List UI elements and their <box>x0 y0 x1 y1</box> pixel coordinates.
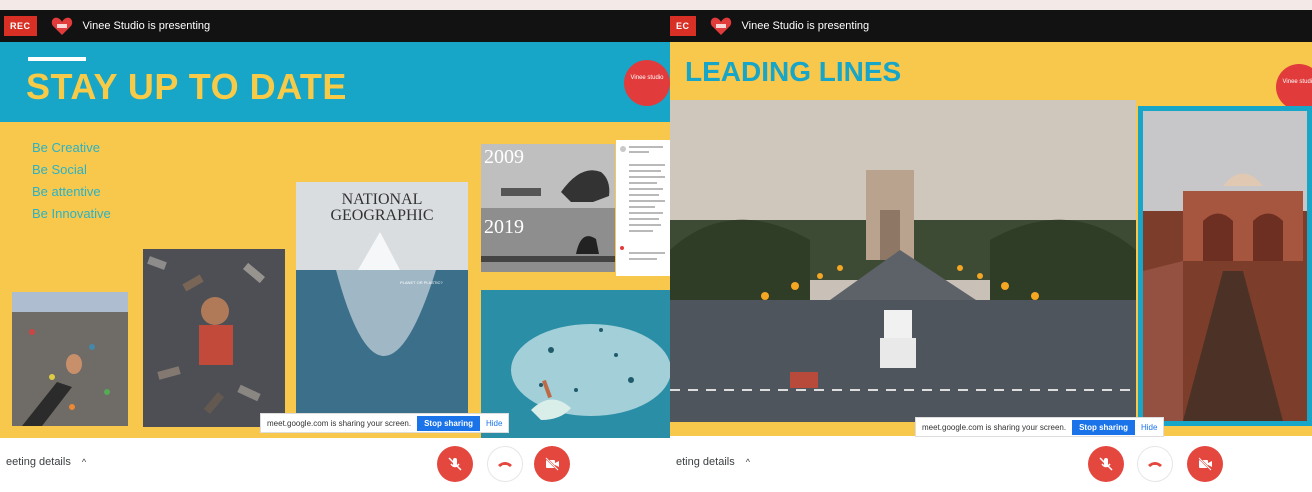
end-call-icon <box>1148 462 1162 467</box>
nat-geo-masthead: GEOGRAPHIC <box>330 207 434 224</box>
bullet-list: Be Creative Be Social Be attentive Be In… <box>32 137 111 225</box>
meeting-details-label: eting details <box>676 456 735 468</box>
vinee-logo: Vinee studio <box>1276 64 1312 110</box>
stop-sharing-button[interactable]: Stop sharing <box>1072 419 1135 435</box>
meeting-details-button[interactable]: eeting details ^ <box>6 456 86 468</box>
bullet-item: Be Innovative <box>32 206 111 221</box>
meeting-details-button[interactable]: eting details ^ <box>676 456 750 468</box>
meeting-details-label: eeting details <box>6 456 71 468</box>
screen-share-notice: meet.google.com is sharing your screen. … <box>260 413 510 433</box>
vinee-logo: Vinee studio <box>624 60 670 106</box>
end-call-button[interactable] <box>1137 446 1173 482</box>
end-call-button[interactable] <box>487 446 523 482</box>
photo-bottles <box>143 249 285 427</box>
end-call-icon <box>498 462 512 467</box>
title-accent-bar <box>28 57 86 61</box>
presenting-bar: REC Vinee Studio is presenting <box>0 10 670 42</box>
shared-slide: LEADING LINES Vinee studio <box>670 42 1312 436</box>
year-label: 2009 <box>484 146 524 168</box>
camera-off-button[interactable] <box>1187 446 1223 482</box>
mic-off-icon <box>448 457 462 471</box>
share-message: meet.google.com is sharing your screen. <box>267 418 412 428</box>
camera-off-button[interactable] <box>534 446 570 482</box>
nat-geo-masthead: NATIONAL <box>341 191 423 208</box>
rec-badge: EC <box>670 16 696 36</box>
hide-button[interactable]: Hide <box>486 419 502 428</box>
rec-badge: REC <box>4 16 37 36</box>
year-label: 2019 <box>484 216 524 238</box>
chevron-up-icon: ^ <box>745 457 751 467</box>
presenting-bar: EC Vinee Studio is presenting <box>670 10 1312 42</box>
presenting-text: Vinee Studio is presenting <box>741 20 870 32</box>
camera-off-icon <box>1198 457 1212 471</box>
slide-title: STAY UP TO DATE <box>26 66 347 107</box>
meet-window-left: REC Vinee Studio is presenting STAY UP T… <box>0 10 670 492</box>
meet-window-right: EC Vinee Studio is presenting LEADING LI… <box>670 10 1312 492</box>
photo-humayun-tomb <box>1138 106 1312 426</box>
photo-elephants-compare: 2009 2019 <box>481 144 615 272</box>
screen-share-notice: meet.google.com is sharing your screen. … <box>915 417 1165 437</box>
bullet-item: Be Creative <box>32 140 100 155</box>
presenting-text: Vinee Studio is presenting <box>82 20 211 32</box>
call-controls: eeting details ^ <box>0 438 670 492</box>
stop-sharing-button[interactable]: Stop sharing <box>417 415 480 431</box>
call-controls: eting details ^ <box>670 438 1312 492</box>
slide-header: STAY UP TO DATE Vinee studio <box>0 42 670 122</box>
mic-off-icon <box>1099 457 1113 471</box>
hide-button[interactable]: Hide <box>1141 423 1157 432</box>
heart-logo-icon <box>51 17 72 35</box>
mic-off-button[interactable] <box>437 446 473 482</box>
bullet-item: Be Social <box>32 162 87 177</box>
heart-logo-icon <box>710 17 731 35</box>
share-message: meet.google.com is sharing your screen. <box>922 422 1067 432</box>
photo-india-gate <box>670 100 1136 422</box>
photo-national-geographic: NATIONAL GEOGRAPHIC PLANET OR PLASTIC? <box>296 182 468 428</box>
shared-slide: STAY UP TO DATE Vinee studio Be Creative… <box>0 42 670 440</box>
photo-social-post <box>616 140 670 276</box>
nat-geo-caption: PLANET OR PLASTIC? <box>400 280 443 285</box>
slide-title: LEADING LINES <box>685 56 902 87</box>
bullet-item: Be attentive <box>32 184 101 199</box>
mic-off-button[interactable] <box>1088 446 1124 482</box>
photo-plastic-beach <box>12 292 128 426</box>
chevron-up-icon: ^ <box>81 457 87 467</box>
camera-off-icon <box>545 457 559 471</box>
